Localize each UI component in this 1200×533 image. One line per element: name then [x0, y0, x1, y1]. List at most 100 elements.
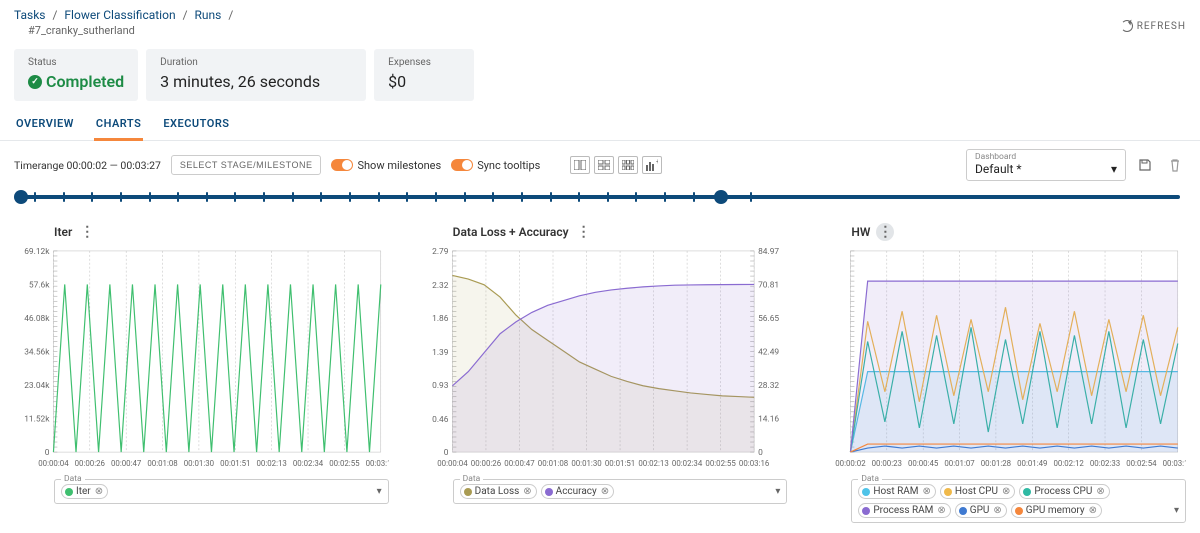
- chart-hw[interactable]: 00:00:0200:00:2300:00:4500:01:0700:01:28…: [811, 247, 1186, 473]
- remove-icon[interactable]: ⊗: [937, 505, 945, 516]
- svg-text:00:02:34: 00:02:34: [672, 459, 703, 468]
- chart-data-select[interactable]: Data Data Loss ⊗ Accuracy ⊗ ▾: [453, 479, 788, 504]
- remove-icon[interactable]: ⊗: [1089, 505, 1097, 516]
- chip-host-ram[interactable]: Host RAM⊗: [858, 484, 936, 499]
- chip-iter[interactable]: Iter ⊗: [61, 484, 108, 499]
- svg-text:00:03:16: 00:03:16: [739, 459, 770, 468]
- svg-text:00:01:08: 00:01:08: [537, 459, 567, 468]
- breadcrumb-runs[interactable]: Runs: [195, 8, 222, 22]
- dashboard-select[interactable]: Dashboard Default * ▾: [966, 149, 1126, 181]
- save-dashboard-button[interactable]: [1134, 154, 1156, 176]
- timerange-label: Timerange 00:00:02 — 00:03:27: [14, 159, 161, 172]
- svg-text:00:00:47: 00:00:47: [504, 459, 535, 468]
- duration-value: 3 minutes, 26 seconds: [160, 72, 352, 91]
- chip-gpu[interactable]: GPU⊗: [955, 503, 1007, 518]
- refresh-button[interactable]: REFRESH: [1121, 20, 1186, 32]
- svg-text:0: 0: [443, 448, 448, 458]
- svg-text:00:02:13: 00:02:13: [256, 459, 286, 468]
- summary-cards: Status ✓ Completed Duration 3 minutes, 2…: [0, 39, 1200, 109]
- chart-loss-accuracy[interactable]: 00:00:0400:00:2600:00:4700:01:08 00:01:30…: [413, 247, 788, 473]
- remove-icon[interactable]: ⊗: [923, 486, 931, 497]
- refresh-icon: [1121, 20, 1133, 32]
- svg-text:00:02:12: 00:02:12: [1054, 459, 1085, 468]
- chart-data-select[interactable]: Data Host RAM⊗ Host CPU⊗ Process CPU⊗ Pr…: [851, 479, 1186, 523]
- svg-text:00:00:26: 00:00:26: [470, 459, 501, 468]
- chart-iter[interactable]: 00:00:0400:00:2600:00:4700:01:0800:01:30…: [14, 247, 389, 473]
- svg-text:00:00:47: 00:00:47: [111, 459, 142, 468]
- layout-grid-button[interactable]: [594, 156, 614, 174]
- svg-text:00:03:16: 00:03:16: [366, 459, 389, 468]
- tab-charts[interactable]: CHARTS: [94, 109, 143, 140]
- svg-text:00:01:08: 00:01:08: [147, 459, 177, 468]
- chip-process-cpu[interactable]: Process CPU⊗: [1019, 484, 1109, 499]
- switch-icon: [331, 159, 353, 171]
- svg-text:84.97: 84.97: [758, 247, 779, 257]
- chart-menu-button[interactable]: ⋮: [575, 223, 593, 241]
- chip-gpu-memory[interactable]: GPU memory⊗: [1011, 503, 1102, 518]
- breadcrumb: Tasks / Flower Classification / Runs /: [14, 8, 237, 22]
- chart-title: HW: [851, 225, 870, 239]
- select-stage-button[interactable]: SELECT STAGE/MILESTONE: [171, 155, 322, 175]
- svg-text:57.6k: 57.6k: [29, 280, 50, 290]
- svg-text:00:00:45: 00:00:45: [908, 459, 939, 468]
- status-card: Status ✓ Completed: [14, 49, 138, 101]
- svg-text:00:00:26: 00:00:26: [75, 459, 106, 468]
- svg-text:00:00:04: 00:00:04: [437, 459, 468, 468]
- svg-text:00:02:13: 00:02:13: [638, 459, 668, 468]
- svg-text:00:03:18: 00:03:18: [1163, 459, 1186, 468]
- svg-text:2.79: 2.79: [432, 247, 449, 257]
- svg-text:00:02:34: 00:02:34: [293, 459, 324, 468]
- svg-text:1.39: 1.39: [432, 348, 449, 358]
- svg-text:00:01:07: 00:01:07: [945, 459, 976, 468]
- svg-text:2.32: 2.32: [432, 281, 449, 291]
- svg-text:34.56k: 34.56k: [24, 347, 50, 357]
- svg-text:00:01:28: 00:01:28: [981, 459, 1011, 468]
- timerange-slider[interactable]: [14, 189, 1186, 205]
- duration-card: Duration 3 minutes, 26 seconds: [146, 49, 366, 101]
- chart-menu-button[interactable]: ⋮: [876, 223, 894, 241]
- remove-icon[interactable]: ⊗: [95, 486, 103, 497]
- toggle-show-milestones[interactable]: Show milestones: [331, 159, 441, 172]
- add-chart-button[interactable]: +: [642, 156, 662, 174]
- layout-dense-button[interactable]: [618, 156, 638, 174]
- check-icon: ✓: [28, 75, 42, 89]
- svg-text:46.08k: 46.08k: [24, 314, 50, 324]
- breadcrumb-task[interactable]: Flower Classification: [64, 8, 175, 22]
- tabs: OVERVIEW CHARTS EXECUTORS: [0, 109, 1200, 141]
- svg-text:00:00:02: 00:00:02: [836, 459, 867, 468]
- chip-process-ram[interactable]: Process RAM⊗: [858, 503, 950, 518]
- chip-accuracy[interactable]: Accuracy ⊗: [541, 484, 615, 499]
- tab-executors[interactable]: EXECUTORS: [161, 109, 231, 140]
- chart-data-select[interactable]: Data Iter ⊗ ▾: [54, 479, 389, 504]
- chart-panel-loss-accuracy: Data Loss + Accuracy ⋮ 00:00:0400:00:260…: [413, 221, 788, 523]
- remove-icon[interactable]: ⊗: [1096, 486, 1104, 497]
- remove-icon[interactable]: ⊗: [601, 486, 609, 497]
- svg-text:+: +: [656, 159, 658, 166]
- remove-icon[interactable]: ⊗: [1002, 486, 1010, 497]
- toggle-sync-tooltips[interactable]: Sync tooltips: [451, 159, 540, 172]
- switch-icon: [451, 159, 473, 171]
- duration-label: Duration: [160, 57, 352, 68]
- chevron-down-icon[interactable]: ▾: [1170, 505, 1179, 516]
- chip-data-loss[interactable]: Data Loss ⊗: [460, 484, 537, 499]
- remove-icon[interactable]: ⊗: [993, 505, 1001, 516]
- tab-overview[interactable]: OVERVIEW: [14, 109, 76, 140]
- svg-text:00:01:51: 00:01:51: [220, 459, 250, 468]
- expenses-value: $0: [388, 72, 460, 91]
- chart-menu-button[interactable]: ⋮: [78, 223, 96, 241]
- svg-text:14.16: 14.16: [758, 415, 779, 425]
- chevron-down-icon[interactable]: ▾: [373, 486, 382, 497]
- remove-icon[interactable]: ⊗: [523, 486, 531, 497]
- chevron-down-icon[interactable]: ▾: [771, 486, 780, 497]
- breadcrumb-tasks[interactable]: Tasks: [14, 8, 46, 22]
- chip-host-cpu[interactable]: Host CPU⊗: [940, 484, 1015, 499]
- svg-text:0: 0: [45, 448, 50, 458]
- layout-cols-button[interactable]: [570, 156, 590, 174]
- svg-text:00:02:54: 00:02:54: [1127, 459, 1158, 468]
- svg-text:00:01:30: 00:01:30: [571, 459, 601, 468]
- slider-thumb-start[interactable]: [14, 190, 28, 204]
- svg-text:00:02:55: 00:02:55: [705, 459, 736, 468]
- chart-title: Data Loss + Accuracy: [453, 225, 569, 239]
- delete-dashboard-button[interactable]: [1164, 154, 1186, 176]
- svg-text:70.81: 70.81: [758, 280, 779, 290]
